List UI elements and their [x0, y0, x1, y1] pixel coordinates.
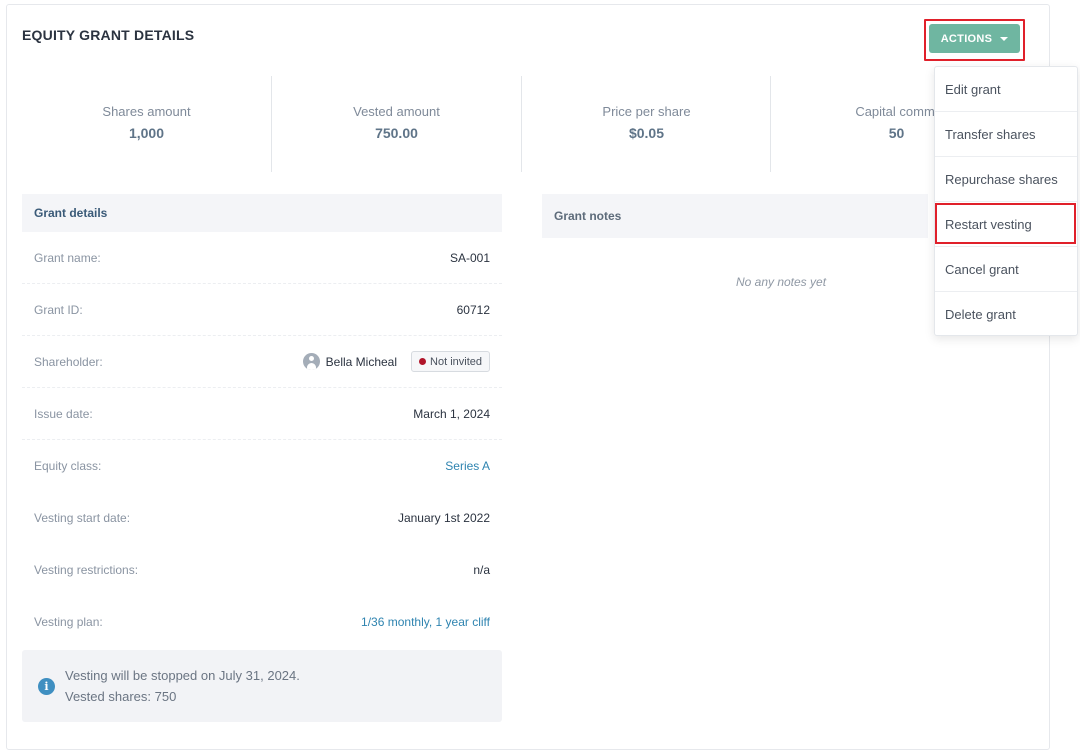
- caret-down-icon: [1000, 36, 1009, 41]
- stat-value: 750.00: [375, 125, 418, 141]
- restart-vesting-highlight: [935, 203, 1076, 244]
- grant-details-title: Grant details: [22, 194, 502, 232]
- row-vesting-restrictions: Vesting restrictions: n/a: [22, 544, 502, 596]
- stat-shares-amount: Shares amount 1,000: [22, 76, 271, 172]
- notice-line-1: Vesting will be stopped on July 31, 2024…: [65, 668, 300, 683]
- row-issue-date: Issue date: March 1, 2024: [22, 388, 502, 440]
- row-value: March 1, 2024: [413, 406, 490, 421]
- stat-price-per-share: Price per share $0.05: [522, 76, 771, 172]
- row-label: Grant ID:: [34, 302, 83, 317]
- row-equity-class: Equity class: Series A: [22, 440, 502, 492]
- row-label: Vesting start date:: [34, 511, 131, 525]
- shareholder-info: Bella Micheal Not invited: [302, 351, 490, 372]
- stat-label: Price per share: [602, 104, 691, 119]
- grant-details-panel: Grant details Grant name: SA-001 Grant I…: [22, 194, 502, 648]
- stat-label: Vested amount: [353, 104, 440, 119]
- stats-bar: Shares amount 1,000 Vested amount 750.00…: [22, 76, 1022, 172]
- avatar-icon: [302, 353, 320, 370]
- stat-value: $0.05: [628, 125, 665, 141]
- row-vesting-start-date: Vesting start date: January 1st 2022: [22, 492, 502, 544]
- row-vesting-plan: Vesting plan: 1/36 monthly, 1 year cliff: [22, 596, 502, 648]
- notes-empty-state: No any notes yet: [735, 275, 827, 289]
- status-badge: Not invited: [411, 351, 490, 372]
- row-label: Shareholder:: [34, 354, 103, 369]
- row-shareholder: Shareholder: Bella Micheal Not invited: [22, 336, 502, 388]
- row-value: n/a: [473, 563, 490, 577]
- vesting-plan-link[interactable]: 1/36 monthly, 1 year cliff: [361, 615, 490, 629]
- row-grant-name: Grant name: SA-001: [22, 232, 502, 284]
- menu-item-transfer-shares[interactable]: Transfer shares: [935, 112, 1077, 157]
- menu-item-delete-grant[interactable]: Delete grant: [935, 292, 1077, 337]
- actions-dropdown-menu: Edit grant Transfer shares Repurchase sh…: [934, 66, 1078, 336]
- row-grant-id: Grant ID: 60712: [22, 284, 502, 336]
- info-icon: i: [38, 677, 55, 695]
- menu-item-edit-grant[interactable]: Edit grant: [935, 67, 1077, 112]
- row-label: Vesting plan:: [34, 615, 103, 629]
- notice-line-2: Vested shares: 750: [65, 689, 177, 704]
- stat-divider: [770, 76, 771, 172]
- shareholder-name[interactable]: Bella Micheal: [326, 355, 397, 369]
- equity-class-link[interactable]: Series A: [445, 459, 490, 473]
- vesting-notice: i Vesting will be stopped on July 31, 20…: [22, 650, 502, 722]
- page-title: EQUITY GRANT DETAILS: [22, 27, 195, 43]
- status-dot-icon: [419, 358, 427, 365]
- actions-button[interactable]: ACTIONS: [929, 24, 1020, 53]
- grant-notes-title: Grant notes: [542, 194, 928, 238]
- stat-vested-amount: Vested amount 750.00: [272, 76, 521, 172]
- row-label: Issue date:: [34, 406, 93, 421]
- status-badge-label: Not invited: [430, 355, 482, 368]
- menu-item-cancel-grant[interactable]: Cancel grant: [935, 247, 1077, 292]
- notice-text: Vesting will be stopped on July 31, 2024…: [65, 665, 300, 707]
- grant-notes-panel: Grant notes No any notes yet: [542, 194, 928, 289]
- row-value: 60712: [456, 302, 490, 317]
- row-label: Vesting restrictions:: [34, 563, 139, 577]
- menu-item-repurchase-shares[interactable]: Repurchase shares: [935, 157, 1077, 202]
- stat-label: Shares amount: [102, 104, 191, 119]
- row-value: January 1st 2022: [397, 511, 490, 525]
- actions-button-label: ACTIONS: [940, 32, 993, 45]
- row-label: Grant name:: [34, 250, 101, 265]
- row-value: SA-001: [449, 250, 490, 265]
- stat-value: 1,000: [128, 125, 165, 141]
- row-label: Equity class:: [34, 459, 102, 473]
